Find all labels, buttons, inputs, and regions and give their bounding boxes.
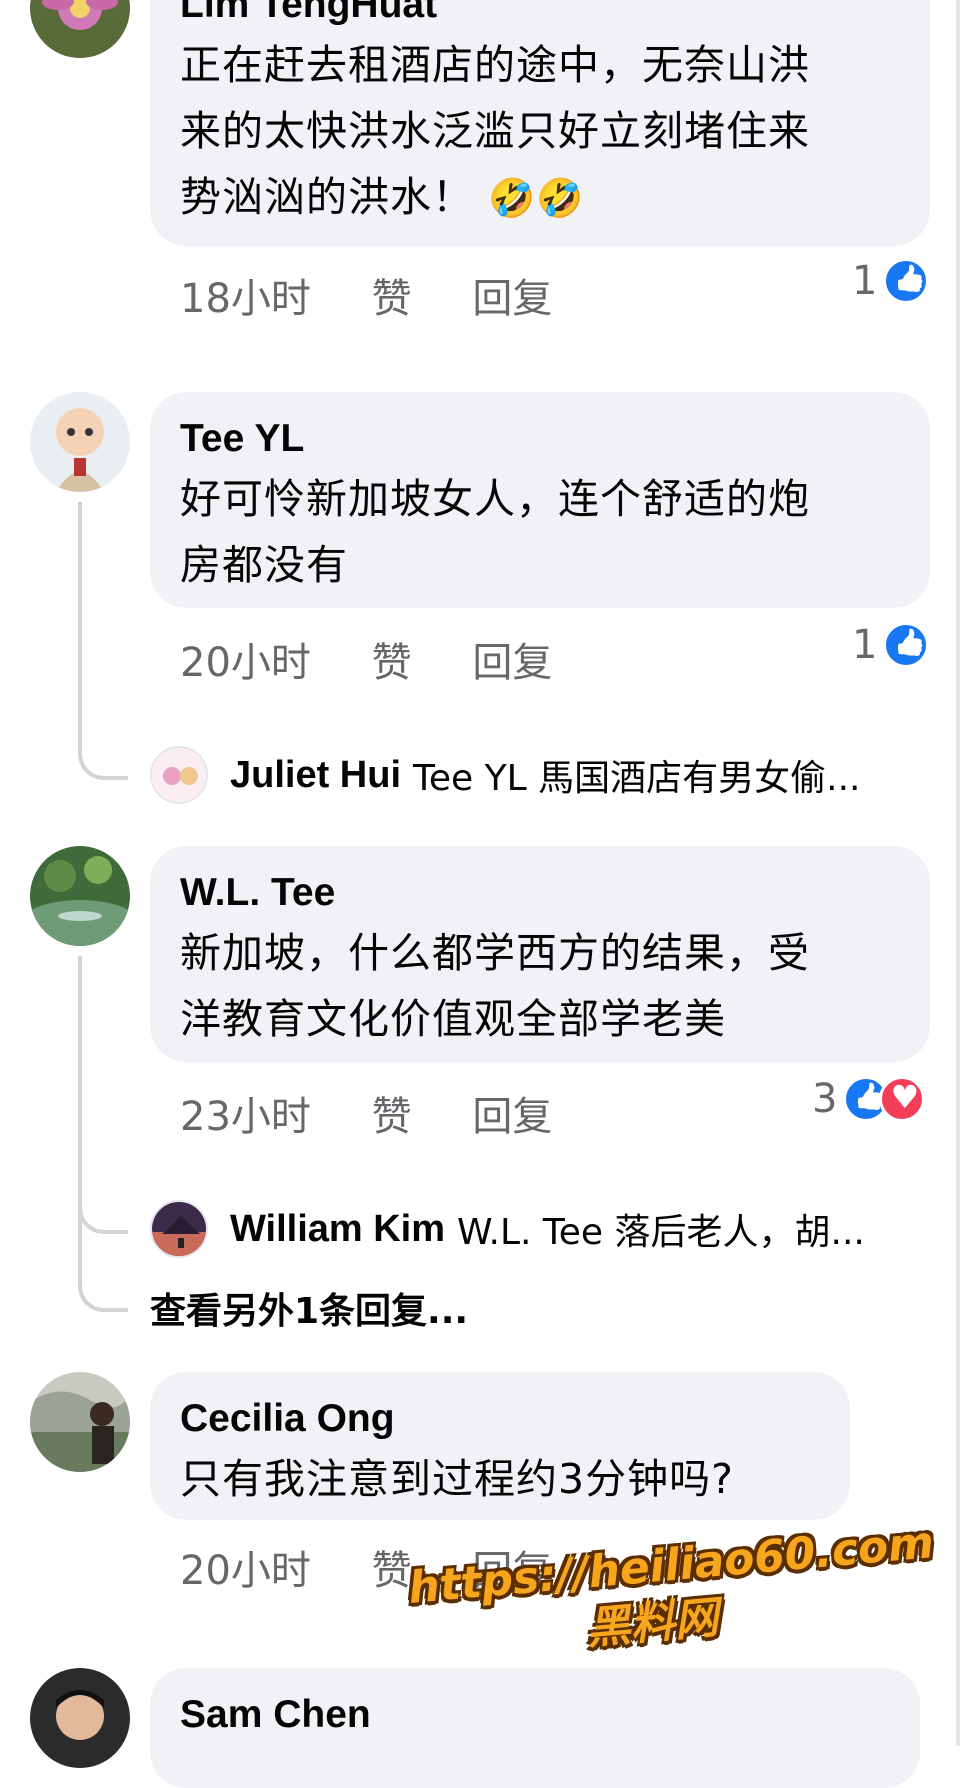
- comment-text: 只有我注意到过程约3分钟吗?: [180, 1446, 820, 1512]
- reaction-summary[interactable]: 1: [852, 258, 930, 304]
- like-button[interactable]: 赞: [372, 1094, 412, 1140]
- comment-text-line: 洋教育文化价值观全部学老美: [180, 995, 726, 1043]
- avatar[interactable]: [150, 1200, 208, 1258]
- comment-time: 23小时: [180, 1094, 311, 1140]
- reply-author[interactable]: William Kim: [230, 1208, 445, 1251]
- reply-text: W.L. Tee 落后老人，胡...: [457, 1212, 865, 1253]
- thread-line: [78, 956, 82, 1196]
- comment-bubble: Cecilia Ong 只有我注意到过程约3分钟吗?: [150, 1372, 850, 1520]
- comment-author[interactable]: Tee YL: [180, 416, 900, 462]
- comment-time: 20小时: [180, 640, 311, 686]
- comment-text: 好可怜新加坡女人，连个舒适的炮 房都没有: [180, 466, 900, 598]
- comment-bubble: W.L. Tee 新加坡，什么都学西方的结果，受 洋教育文化价值观全部学老美: [150, 846, 930, 1062]
- reply-preview[interactable]: William Kim W.L. Tee 落后老人，胡...: [150, 1200, 865, 1258]
- comment-author[interactable]: Cecilia Ong: [180, 1396, 820, 1442]
- reaction-summary[interactable]: 3: [812, 1076, 926, 1122]
- comment-text-line: 正在赶去租酒店的途中，无奈山洪: [180, 41, 810, 89]
- avatar[interactable]: [150, 746, 208, 804]
- reaction-summary[interactable]: 1: [852, 622, 930, 668]
- reply-button[interactable]: 回复: [472, 1094, 552, 1140]
- comment-time: 18小时: [180, 276, 311, 322]
- avatar[interactable]: [30, 1668, 130, 1768]
- comment-time: 20小时: [180, 1548, 311, 1594]
- avatar[interactable]: [30, 392, 130, 492]
- reaction-count: 1: [852, 622, 878, 668]
- laughing-emoji-icon: 🤣🤣: [488, 176, 585, 220]
- comment-text-line: 来的太快洪水泛滥只好立刻堵住来: [180, 107, 810, 155]
- thread-connector: [78, 720, 128, 780]
- comment-author[interactable]: W.L. Tee: [180, 870, 900, 916]
- avatar[interactable]: [30, 846, 130, 946]
- like-button[interactable]: 赞: [372, 276, 412, 322]
- thread-connector: [78, 1250, 128, 1312]
- thread-line: [78, 502, 82, 742]
- reply-author[interactable]: Juliet Hui: [230, 754, 401, 797]
- avatar[interactable]: [30, 0, 130, 58]
- comment-text: 正在赶去租酒店的途中，无奈山洪 来的太快洪水泛滥只好立刻堵住来 势汹汹的洪水！ …: [180, 32, 900, 231]
- avatar[interactable]: [30, 1372, 130, 1472]
- reaction-count: 1: [852, 258, 878, 304]
- comment-actions: 20小时 赞 回复: [180, 630, 600, 688]
- comment-bubble: Sam Chen: [150, 1668, 920, 1788]
- comment-bubble: Lim TengHuat 正在赶去租酒店的途中，无奈山洪 来的太快洪水泛滥只好立…: [150, 0, 930, 246]
- like-reaction-icon: [883, 258, 930, 304]
- like-reaction-icon: [883, 622, 930, 668]
- comment-bubble: Tee YL 好可怜新加坡女人，连个舒适的炮 房都没有: [150, 392, 930, 608]
- comment-author[interactable]: Lim TengHuat: [180, 0, 900, 28]
- comment-text-line: 好可怜新加坡女人，连个舒适的炮: [180, 475, 810, 523]
- reply-button[interactable]: 回复: [472, 640, 552, 686]
- reply-preview[interactable]: Juliet Hui Tee YL 馬国酒店有男女偷...: [150, 746, 860, 804]
- reply-text: Tee YL 馬国酒店有男女偷...: [413, 758, 861, 799]
- like-button[interactable]: 赞: [372, 1548, 412, 1594]
- comment-author[interactable]: Sam Chen: [180, 1692, 890, 1738]
- comment-text-line: 新加坡，什么都学西方的结果，受: [180, 929, 810, 977]
- like-button[interactable]: 赞: [372, 640, 412, 686]
- comment-actions: 18小时 赞 回复: [180, 266, 600, 324]
- comments-page: Lim TengHuat 正在赶去租酒店的途中，无奈山洪 来的太快洪水泛滥只好立…: [0, 0, 960, 1788]
- comment-text-line: 势汹汹的洪水！: [180, 173, 474, 221]
- comment-text-line: 房都没有: [180, 541, 348, 589]
- view-more-replies-link[interactable]: 查看另外1条回复...: [150, 1282, 468, 1334]
- heart-reaction-icon: [879, 1076, 926, 1122]
- reply-button[interactable]: 回复: [472, 276, 552, 322]
- comment-actions: 23小时 赞 回复: [180, 1084, 600, 1142]
- thread-connector: [78, 1172, 128, 1234]
- comment-text: 新加坡，什么都学西方的结果，受 洋教育文化价值观全部学老美: [180, 920, 900, 1052]
- comment-text-line: 只有我注意到过程约3分钟吗?: [180, 1455, 734, 1503]
- reaction-count: 3: [812, 1076, 838, 1122]
- scrollbar-track[interactable]: [956, 0, 960, 1746]
